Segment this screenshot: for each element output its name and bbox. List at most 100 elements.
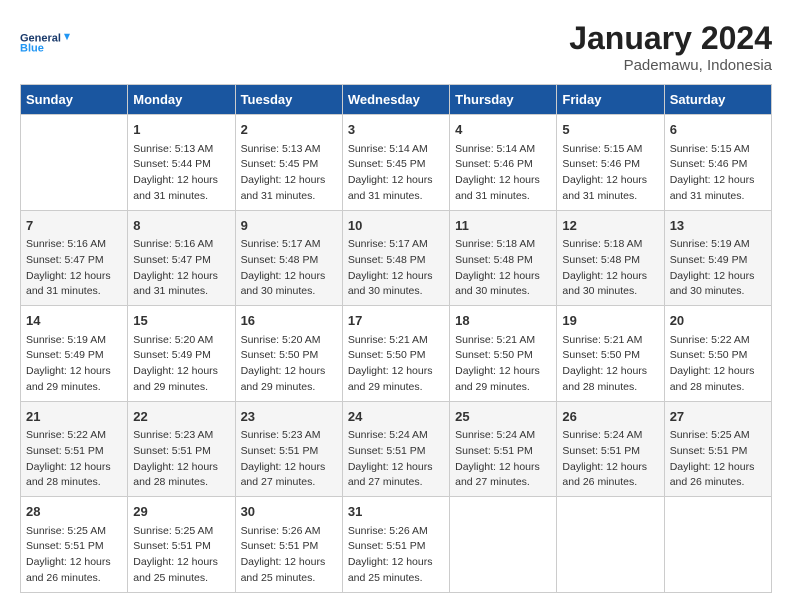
day-info-line: and 28 minutes. <box>670 380 766 396</box>
day-info-line: and 29 minutes. <box>348 380 444 396</box>
table-cell: 23Sunrise: 5:23 AMSunset: 5:51 PMDayligh… <box>235 401 342 497</box>
day-info-line: Daylight: 12 hours <box>241 364 337 380</box>
day-number: 14 <box>26 311 122 331</box>
day-number: 15 <box>133 311 229 331</box>
day-info-line: Sunrise: 5:18 AM <box>455 237 551 253</box>
day-info-line: and 27 minutes. <box>455 475 551 491</box>
logo-svg: General Blue <box>20 20 70 65</box>
table-cell: 21Sunrise: 5:22 AMSunset: 5:51 PMDayligh… <box>21 401 128 497</box>
day-info-line: Daylight: 12 hours <box>348 364 444 380</box>
day-info-line: Daylight: 12 hours <box>241 555 337 571</box>
day-number: 25 <box>455 407 551 427</box>
day-number: 31 <box>348 502 444 522</box>
day-info-line: Sunset: 5:50 PM <box>562 348 658 364</box>
day-info-line: Sunset: 5:48 PM <box>562 253 658 269</box>
day-info-line: Sunset: 5:49 PM <box>26 348 122 364</box>
table-cell: 12Sunrise: 5:18 AMSunset: 5:48 PMDayligh… <box>557 210 664 306</box>
day-info-line: Sunrise: 5:17 AM <box>241 237 337 253</box>
day-info-line: Sunrise: 5:19 AM <box>26 333 122 349</box>
day-number: 30 <box>241 502 337 522</box>
day-info-line: Daylight: 12 hours <box>670 364 766 380</box>
day-number: 11 <box>455 216 551 236</box>
day-info-line: Sunrise: 5:25 AM <box>133 524 229 540</box>
day-info-line: Sunset: 5:47 PM <box>133 253 229 269</box>
day-number: 12 <box>562 216 658 236</box>
day-info-line: Daylight: 12 hours <box>348 460 444 476</box>
day-info-line: and 31 minutes. <box>348 189 444 205</box>
day-info-line: Daylight: 12 hours <box>348 269 444 285</box>
week-row-4: 21Sunrise: 5:22 AMSunset: 5:51 PMDayligh… <box>21 401 772 497</box>
day-info-line: and 28 minutes. <box>26 475 122 491</box>
table-cell: 17Sunrise: 5:21 AMSunset: 5:50 PMDayligh… <box>342 306 449 402</box>
day-info-line: Daylight: 12 hours <box>133 173 229 189</box>
day-info-line: and 30 minutes. <box>348 284 444 300</box>
month-title: January 2024 <box>569 20 772 57</box>
day-info-line: Sunrise: 5:16 AM <box>26 237 122 253</box>
table-cell: 16Sunrise: 5:20 AMSunset: 5:50 PMDayligh… <box>235 306 342 402</box>
day-info-line: Sunrise: 5:15 AM <box>562 142 658 158</box>
day-info-line: Sunset: 5:50 PM <box>241 348 337 364</box>
day-info-line: Sunset: 5:50 PM <box>348 348 444 364</box>
day-info-line: Daylight: 12 hours <box>133 269 229 285</box>
day-number: 3 <box>348 120 444 140</box>
day-info-line: Sunrise: 5:26 AM <box>241 524 337 540</box>
day-info-line: Daylight: 12 hours <box>455 173 551 189</box>
svg-text:Blue: Blue <box>20 42 44 54</box>
day-info-line: and 25 minutes. <box>133 571 229 587</box>
day-info-line: and 30 minutes. <box>455 284 551 300</box>
day-number: 20 <box>670 311 766 331</box>
day-info-line: Sunrise: 5:24 AM <box>455 428 551 444</box>
day-info-line: Daylight: 12 hours <box>133 555 229 571</box>
day-info-line: Sunset: 5:51 PM <box>26 444 122 460</box>
day-info-line: and 29 minutes. <box>26 380 122 396</box>
calendar-header-row: SundayMondayTuesdayWednesdayThursdayFrid… <box>21 85 772 115</box>
table-cell: 7Sunrise: 5:16 AMSunset: 5:47 PMDaylight… <box>21 210 128 306</box>
table-cell: 15Sunrise: 5:20 AMSunset: 5:49 PMDayligh… <box>128 306 235 402</box>
day-number: 2 <box>241 120 337 140</box>
day-number: 18 <box>455 311 551 331</box>
day-info-line: Sunset: 5:51 PM <box>26 539 122 555</box>
day-info-line: Sunset: 5:48 PM <box>241 253 337 269</box>
day-info-line: Daylight: 12 hours <box>455 460 551 476</box>
day-number: 21 <box>26 407 122 427</box>
day-info-line: Daylight: 12 hours <box>26 269 122 285</box>
table-cell: 27Sunrise: 5:25 AMSunset: 5:51 PMDayligh… <box>664 401 771 497</box>
table-cell: 29Sunrise: 5:25 AMSunset: 5:51 PMDayligh… <box>128 497 235 593</box>
day-info-line: Daylight: 12 hours <box>26 555 122 571</box>
day-info-line: and 31 minutes. <box>133 284 229 300</box>
day-info-line: Daylight: 12 hours <box>133 460 229 476</box>
week-row-3: 14Sunrise: 5:19 AMSunset: 5:49 PMDayligh… <box>21 306 772 402</box>
day-info-line: Sunrise: 5:25 AM <box>670 428 766 444</box>
day-info-line: and 31 minutes. <box>562 189 658 205</box>
day-info-line: Sunrise: 5:22 AM <box>670 333 766 349</box>
day-info-line: Sunset: 5:49 PM <box>670 253 766 269</box>
day-info-line: and 25 minutes. <box>241 571 337 587</box>
header-wednesday: Wednesday <box>342 85 449 115</box>
day-info-line: Sunset: 5:48 PM <box>455 253 551 269</box>
day-info-line: Sunrise: 5:14 AM <box>455 142 551 158</box>
day-info-line: Daylight: 12 hours <box>26 364 122 380</box>
table-cell: 13Sunrise: 5:19 AMSunset: 5:49 PMDayligh… <box>664 210 771 306</box>
day-info-line: Sunset: 5:50 PM <box>670 348 766 364</box>
header-saturday: Saturday <box>664 85 771 115</box>
day-number: 10 <box>348 216 444 236</box>
day-info-line: and 29 minutes. <box>133 380 229 396</box>
day-info-line: Sunrise: 5:13 AM <box>241 142 337 158</box>
day-info-line: Sunset: 5:51 PM <box>562 444 658 460</box>
day-info-line: and 30 minutes. <box>241 284 337 300</box>
table-cell: 11Sunrise: 5:18 AMSunset: 5:48 PMDayligh… <box>450 210 557 306</box>
table-cell: 3Sunrise: 5:14 AMSunset: 5:45 PMDaylight… <box>342 115 449 211</box>
day-info-line: Sunrise: 5:16 AM <box>133 237 229 253</box>
day-info-line: Sunset: 5:44 PM <box>133 157 229 173</box>
header-monday: Monday <box>128 85 235 115</box>
day-info-line: Daylight: 12 hours <box>26 460 122 476</box>
day-info-line: and 31 minutes. <box>455 189 551 205</box>
day-info-line: Sunrise: 5:19 AM <box>670 237 766 253</box>
day-info-line: and 26 minutes. <box>26 571 122 587</box>
day-info-line: Sunset: 5:51 PM <box>348 444 444 460</box>
table-cell: 25Sunrise: 5:24 AMSunset: 5:51 PMDayligh… <box>450 401 557 497</box>
table-cell: 31Sunrise: 5:26 AMSunset: 5:51 PMDayligh… <box>342 497 449 593</box>
day-number: 28 <box>26 502 122 522</box>
day-info-line: Sunrise: 5:22 AM <box>26 428 122 444</box>
day-info-line: Sunrise: 5:20 AM <box>133 333 229 349</box>
